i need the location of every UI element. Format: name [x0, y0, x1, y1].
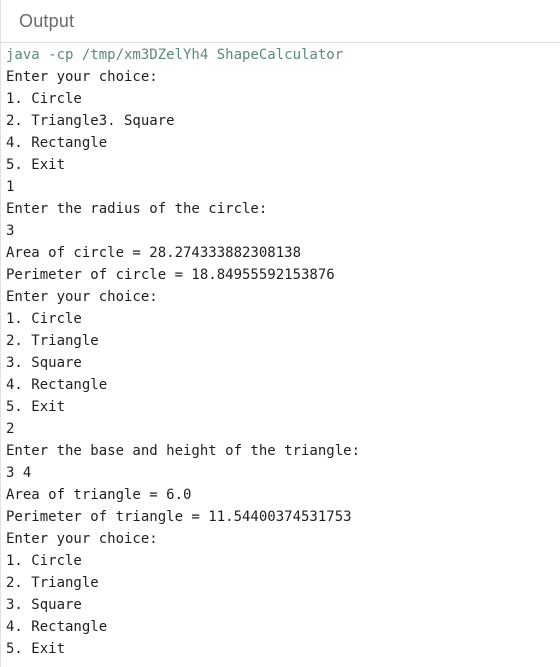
- console-output-line: Enter the base and height of the triangl…: [6, 443, 361, 459]
- output-header: Output: [1, 0, 560, 43]
- console-output-line: 1. Circle: [6, 553, 82, 569]
- console-output-line: 2. Triangle: [6, 333, 99, 349]
- console-command-line: java -cp /tmp/xm3DZelYh4 ShapeCalculator: [6, 47, 344, 63]
- console-output-line: Enter your choice:: [6, 69, 158, 85]
- console-output-line: 2. Triangle: [6, 575, 99, 591]
- console-output-line: Perimeter of circle = 18.84955592153876: [6, 267, 335, 283]
- console-input-line: 1: [6, 179, 15, 195]
- console-output-line: 5. Exit: [6, 641, 66, 657]
- console-output-line: Enter your choice:: [6, 289, 158, 305]
- console-output-line: 4. Rectangle: [6, 135, 108, 151]
- console-output-line: Enter your choice:: [6, 531, 158, 547]
- console-output-line: Area of triangle = 6.0: [6, 487, 192, 503]
- console-output-line: 4. Rectangle: [6, 377, 108, 393]
- console-output-line: Perimeter of triangle = 11.5440037453175…: [6, 509, 352, 525]
- console-output-line: 1. Circle: [6, 311, 82, 327]
- console-output-line: 3. Square: [6, 597, 82, 613]
- console-input-line: 3 4: [6, 465, 32, 481]
- output-panel: Output java -cp /tmp/xm3DZelYh4 ShapeCal…: [0, 0, 560, 667]
- console-output-line: Area of circle = 28.274333882308138: [6, 245, 302, 261]
- console-output-line: 4. Rectangle: [6, 619, 108, 635]
- console-output-line: 5. Exit: [6, 399, 66, 415]
- console-input-line: 3: [6, 223, 15, 239]
- console-output-line: 5. Exit: [6, 157, 66, 173]
- console-input-line: 2: [6, 421, 15, 437]
- console-output[interactable]: java -cp /tmp/xm3DZelYh4 ShapeCalculator…: [1, 43, 560, 660]
- console-output-line: Enter the radius of the circle:: [6, 201, 268, 217]
- console-output-line: 2. Triangle3. Square: [6, 113, 175, 129]
- console-output-line: 1. Circle: [6, 91, 82, 107]
- output-title: Output: [19, 10, 75, 31]
- console-output-line: 3. Square: [6, 355, 82, 371]
